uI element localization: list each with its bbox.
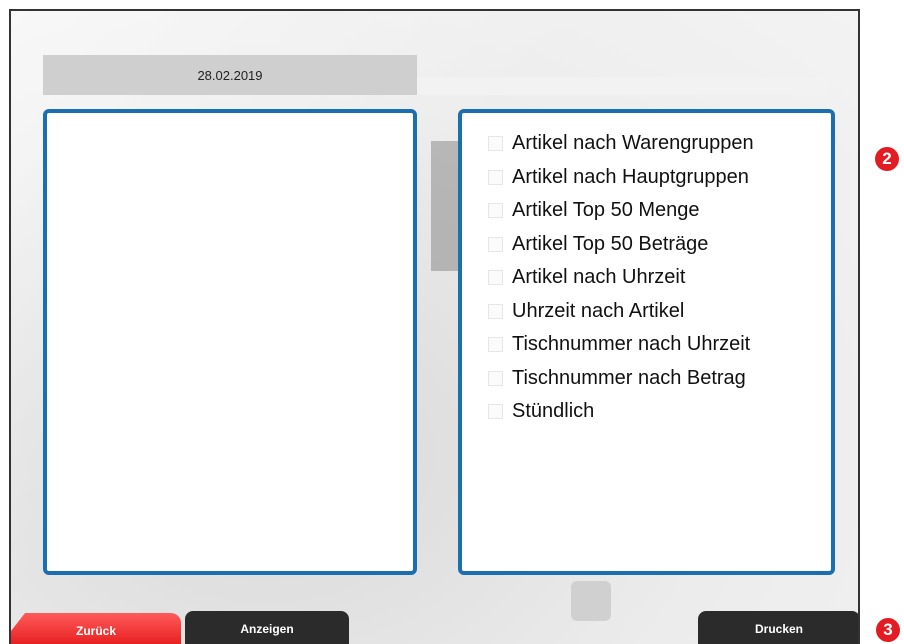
report-label: Artikel nach Uhrzeit <box>512 266 686 289</box>
callout-number: 3 <box>883 620 893 639</box>
report-list: Artikel nach Warengruppen Artikel nach H… <box>462 113 831 429</box>
app-window: 28.02.2019 Artikel nach Warengruppen Art… <box>9 9 860 644</box>
report-item-top50-menge[interactable]: Artikel Top 50 Menge <box>488 194 831 228</box>
report-label: Artikel Top 50 Menge <box>512 199 700 222</box>
report-item-top50-betraege[interactable]: Artikel Top 50 Beträge <box>488 228 831 262</box>
print-button[interactable]: Drucken <box>698 611 858 644</box>
report-selection-panel: Artikel nach Warengruppen Artikel nach H… <box>458 109 835 575</box>
checkbox[interactable] <box>488 136 503 152</box>
checkbox[interactable] <box>488 404 503 420</box>
date-text: 28.02.2019 <box>197 67 263 83</box>
report-item-stuendlich[interactable]: Stündlich <box>488 395 831 429</box>
report-label: Artikel Top 50 Beträge <box>512 232 709 255</box>
report-label: Artikel nach Hauptgruppen <box>512 165 749 188</box>
callout-badge-2: 2 <box>875 147 899 171</box>
show-button-label: Anzeigen <box>240 621 294 636</box>
background-graphic <box>571 581 611 621</box>
report-item-uhrzeit-artikel[interactable]: Uhrzeit nach Artikel <box>488 295 831 329</box>
report-item-artikel-uhrzeit[interactable]: Artikel nach Uhrzeit <box>488 261 831 295</box>
report-item-tisch-betrag[interactable]: Tischnummer nach Betrag <box>488 362 831 396</box>
header-strip <box>417 77 827 95</box>
print-button-label: Drucken <box>754 621 804 636</box>
report-item-artikel-warengruppen[interactable]: Artikel nach Warengruppen <box>488 127 831 161</box>
report-label: Tischnummer nach Uhrzeit <box>512 333 751 356</box>
callout-badge-3: 3 <box>876 618 900 642</box>
report-item-artikel-hauptgruppen[interactable]: Artikel nach Hauptgruppen <box>488 161 831 195</box>
checkbox[interactable] <box>488 370 503 386</box>
date-display[interactable]: 28.02.2019 <box>43 55 417 95</box>
back-button[interactable]: Zurück <box>11 613 181 644</box>
checkbox[interactable] <box>488 203 503 219</box>
back-button-label: Zurück <box>75 623 116 638</box>
checkbox[interactable] <box>488 337 503 353</box>
report-label: Tischnummer nach Betrag <box>512 366 746 389</box>
report-label: Stündlich <box>512 400 595 423</box>
report-label: Artikel nach Warengruppen <box>512 132 754 155</box>
checkbox[interactable] <box>488 303 503 319</box>
callout-number: 2 <box>882 149 892 168</box>
checkbox[interactable] <box>488 236 503 252</box>
checkbox[interactable] <box>488 270 503 286</box>
show-button[interactable]: Anzeigen <box>185 611 349 644</box>
report-label: Uhrzeit nach Artikel <box>512 299 685 322</box>
report-item-tisch-uhrzeit[interactable]: Tischnummer nach Uhrzeit <box>488 328 831 362</box>
checkbox[interactable] <box>488 169 503 185</box>
report-output-panel <box>43 109 417 575</box>
